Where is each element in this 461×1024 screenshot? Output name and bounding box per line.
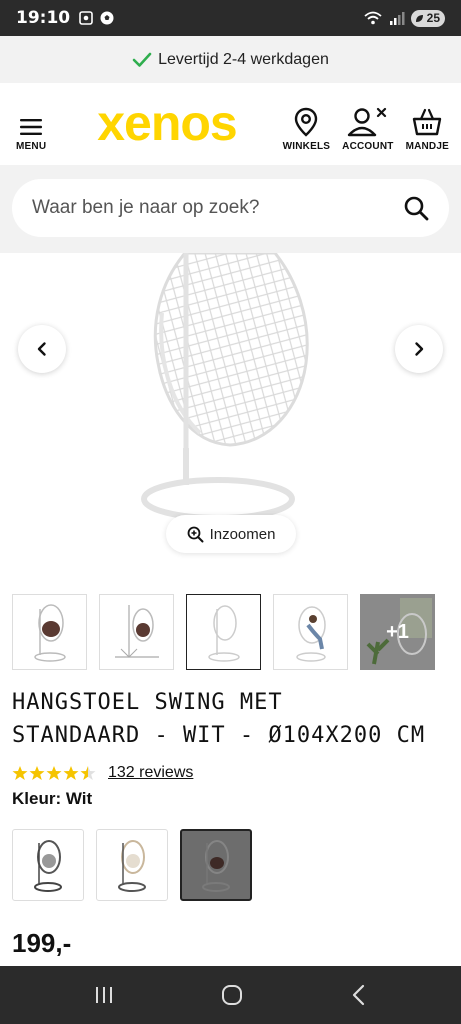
- delivery-banner: Levertijd 2-4 werkdagen: [0, 36, 461, 83]
- location-pin-icon: [295, 107, 318, 137]
- battery-level: 25: [426, 11, 440, 25]
- product-title-line-1: Hangstoel Swing met: [12, 690, 283, 715]
- soccer-ball-icon: [100, 11, 114, 25]
- product-image-gallery[interactable]: Inzoomen: [0, 253, 461, 575]
- star-icon: [29, 766, 45, 780]
- reviews-link[interactable]: 132 reviews: [108, 764, 193, 782]
- system-navigation-bar: [0, 966, 461, 1024]
- next-image-button[interactable]: [395, 325, 443, 373]
- site-header: MENU xenos WINKELS ACCOUNT MANDJE: [0, 83, 461, 165]
- back-icon[interactable]: [349, 984, 369, 1006]
- signal-icon: [389, 12, 405, 25]
- basket-icon: [413, 108, 442, 136]
- chevron-right-icon: [415, 342, 424, 356]
- color-swatch[interactable]: [12, 829, 84, 901]
- chevron-left-icon: [37, 342, 46, 356]
- basket-label: MANDJE: [405, 141, 449, 152]
- zoom-in-icon: [187, 526, 204, 542]
- thumbnail[interactable]: [12, 594, 87, 670]
- leaf-icon: [415, 14, 423, 22]
- more-images-label: +1: [386, 620, 409, 643]
- menu-label: MENU: [16, 141, 47, 152]
- product-price: 199,-: [12, 928, 72, 958]
- search-icon[interactable]: [403, 195, 429, 221]
- status-bar: 19:10 25: [0, 0, 461, 36]
- previous-image-button[interactable]: [18, 325, 66, 373]
- thumbnail-more[interactable]: +1: [360, 594, 435, 670]
- account-icon: [347, 107, 386, 137]
- search-input[interactable]: [32, 197, 372, 219]
- stores-button[interactable]: WINKELS: [283, 96, 331, 152]
- star-rating: [12, 765, 96, 781]
- color-label: Kleur: Wit: [12, 789, 93, 808]
- star-half-icon: [80, 766, 96, 780]
- delivery-text: Levertijd 2-4 werkdagen: [158, 50, 329, 68]
- screenshot-icon: [79, 11, 93, 25]
- thumbnail[interactable]: [99, 594, 174, 670]
- account-label: ACCOUNT: [342, 141, 394, 152]
- xenos-logo[interactable]: xenos: [66, 100, 268, 148]
- product-title: Hangstoel Swing met standaard - wit - Ø1…: [12, 686, 442, 752]
- recent-apps-icon[interactable]: [93, 985, 115, 1005]
- thumbnail-strip: +1: [12, 594, 435, 670]
- star-icon: [46, 766, 62, 780]
- color-swatches: [12, 829, 252, 901]
- status-time: 19:10: [16, 8, 71, 28]
- svg-text:xenos: xenos: [98, 100, 238, 148]
- stores-label: WINKELS: [282, 141, 331, 152]
- star-icon: [12, 766, 28, 780]
- thumbnail[interactable]: [273, 594, 348, 670]
- battery-indicator: 25: [410, 9, 445, 27]
- search-box[interactable]: [12, 179, 449, 237]
- star-icon: [63, 766, 79, 780]
- rating-row: 132 reviews: [12, 764, 193, 782]
- home-icon[interactable]: [220, 983, 244, 1007]
- checkmark-icon: [132, 52, 152, 67]
- zoom-label: Inzoomen: [209, 525, 276, 543]
- basket-button[interactable]: MANDJE: [406, 96, 449, 152]
- thumbnail-selected[interactable]: [186, 594, 261, 670]
- color-swatch-selected[interactable]: [180, 829, 252, 901]
- color-swatch[interactable]: [96, 829, 168, 901]
- hamburger-icon: [20, 119, 43, 135]
- zoom-button[interactable]: Inzoomen: [166, 515, 296, 553]
- menu-button[interactable]: MENU: [16, 96, 46, 152]
- account-button[interactable]: ACCOUNT: [342, 96, 393, 152]
- wifi-icon: [364, 11, 382, 25]
- search-area: [0, 165, 461, 253]
- product-title-line-2: standaard - wit - Ø104x200 cm: [12, 723, 426, 748]
